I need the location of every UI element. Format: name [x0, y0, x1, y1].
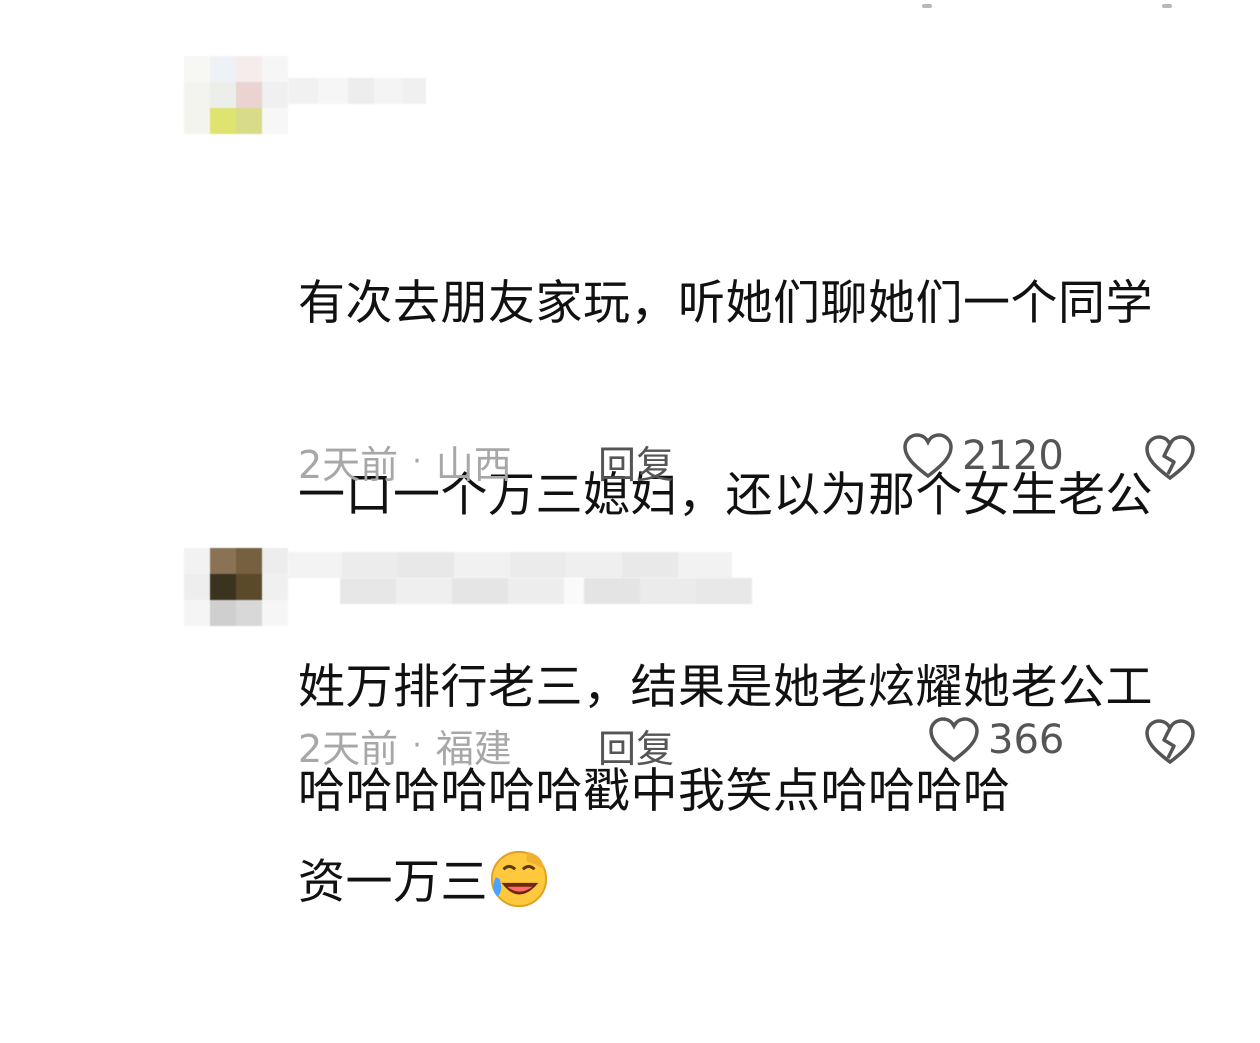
comment-text: 哈哈哈哈哈哈戳中我笑点哈哈哈哈: [298, 632, 1218, 952]
comment-time: 2天前: [298, 727, 399, 771]
like-count: 366: [988, 717, 1065, 763]
like-button[interactable]: 366: [928, 716, 1064, 764]
username-redacted-2: [340, 578, 752, 604]
meta-separator: ·: [412, 728, 422, 763]
comment-item: 哈哈哈哈哈哈戳中我笑点哈哈哈哈 2天前 · 福建 回复 366: [0, 0, 1260, 819]
avatar[interactable]: [184, 548, 288, 626]
comment-meta: 2天前 · 福建: [298, 718, 512, 773]
username-redacted[interactable]: [288, 552, 732, 578]
broken-heart-icon[interactable]: [1144, 718, 1196, 766]
reply-button[interactable]: 回复: [598, 718, 674, 773]
comment-location: 福建: [435, 727, 512, 771]
heart-icon: [929, 717, 979, 763]
